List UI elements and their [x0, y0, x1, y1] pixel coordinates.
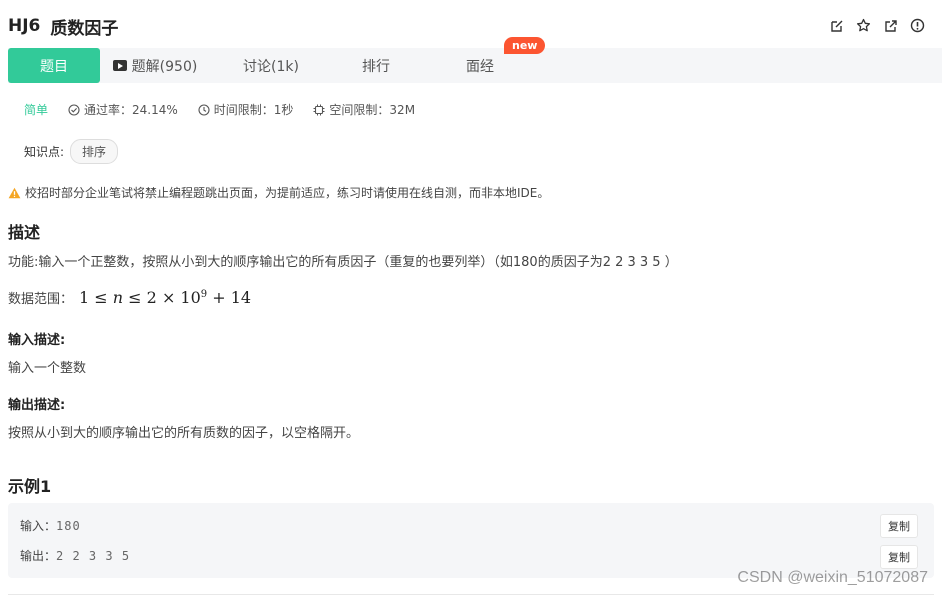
tab-problem[interactable]: 题目 — [8, 48, 100, 83]
watermark: CSDN @weixin_51072087 — [737, 569, 928, 586]
problem-meta: 简单 通过率：24.14% 时间限制：1秒 空间限制：32M — [24, 101, 435, 118]
star-icon[interactable] — [855, 17, 872, 34]
formula-mid: ≤ 2 × 10 — [123, 288, 201, 307]
output-desc-text: 按照从小到大的顺序输出它的所有质数的因子，以空格隔开。 — [8, 426, 360, 441]
play-icon — [112, 60, 127, 71]
example-box: 输入： 180 复制 输出： 2 2 3 3 5 复制 — [8, 503, 934, 578]
edit-icon[interactable] — [828, 17, 845, 34]
clock-icon — [198, 103, 210, 116]
tab-label: 讨论(1k) — [243, 58, 299, 75]
copy-input-button[interactable]: 复制 — [880, 514, 918, 538]
description-heading: 描述 — [8, 223, 41, 242]
example-output-value: 2 2 3 3 5 — [56, 548, 131, 563]
description-text: 功能:输入一个正整数，按照从小到大的顺序输出它的所有质因子（重复的也要列举）（如… — [8, 255, 678, 270]
exam-warning: 校招时部分企业笔试将禁止编程题跳出页面，为提前适应，练习时请使用在线自测，而非本… — [8, 184, 549, 201]
output-desc-heading: 输出描述: — [8, 398, 66, 413]
example-input: 输入： 180 — [20, 517, 81, 534]
problem-tabs: 题目 题解(950) 讨论(1k) 排行 面经 — [8, 48, 942, 83]
tab-label: 题目 — [40, 58, 68, 75]
problem-name: 质数因子 — [50, 18, 119, 39]
input-desc-text: 输入一个整数 — [8, 361, 87, 376]
space-limit: 空间限制：32M — [313, 101, 415, 118]
input-desc-heading: 输入描述: — [8, 333, 66, 348]
warning-icon — [8, 187, 21, 198]
formula-left: 1 ≤ — [79, 288, 113, 307]
pass-rate-text: 通过率：24.14% — [84, 103, 178, 117]
time-limit-text: 时间限制：1秒 — [213, 103, 294, 117]
knowledge-points: 知识点: 排序 — [24, 139, 119, 164]
example-input-value: 180 — [56, 518, 81, 533]
title-actions — [828, 17, 926, 34]
space-limit-text: 空间限制：32M — [329, 103, 416, 117]
example-output: 输出： 2 2 3 3 5 — [20, 547, 130, 564]
divider — [8, 594, 934, 595]
check-circle-icon — [68, 103, 80, 116]
example-heading: 示例1 — [8, 477, 52, 496]
example-output-label: 输出： — [20, 549, 57, 563]
problem-title: HJ6 质数因子 — [8, 12, 118, 40]
range-label: 数据范围： — [8, 292, 74, 307]
formula-var: n — [112, 288, 124, 307]
chip-icon — [313, 104, 325, 115]
copy-output-button[interactable]: 复制 — [880, 545, 918, 569]
warning-text: 校招时部分企业笔试将禁止编程题跳出页面，为提前适应，练习时请使用在线自测，而非本… — [25, 186, 550, 200]
data-range: 数据范围： 1 ≤ n ≤ 2 × 109 + 14 — [8, 288, 251, 307]
problem-id: HJ6 — [8, 16, 41, 36]
formula-right: + 14 — [207, 288, 252, 307]
time-limit: 时间限制：1秒 — [198, 101, 294, 118]
tab-label: 排行 — [362, 58, 390, 75]
knowledge-label: 知识点: — [24, 145, 65, 159]
tab-ranking[interactable]: 排行 — [332, 48, 420, 83]
new-badge: new — [504, 37, 546, 54]
external-link-icon[interactable] — [882, 17, 899, 34]
difficulty-label: 简单 — [24, 103, 49, 117]
example-input-label: 输入： — [20, 519, 57, 533]
tab-label: 题解(950) — [131, 58, 198, 75]
range-formula: 1 ≤ n ≤ 2 × 109 + 14 — [79, 288, 251, 307]
pass-rate: 通过率：24.14% — [68, 101, 178, 118]
tab-solutions[interactable]: 题解(950) — [100, 48, 210, 83]
tab-discussion[interactable]: 讨论(1k) — [222, 48, 320, 83]
info-icon[interactable] — [909, 17, 926, 34]
tag-sort[interactable]: 排序 — [70, 139, 119, 164]
tab-label: 面经 — [466, 58, 494, 75]
